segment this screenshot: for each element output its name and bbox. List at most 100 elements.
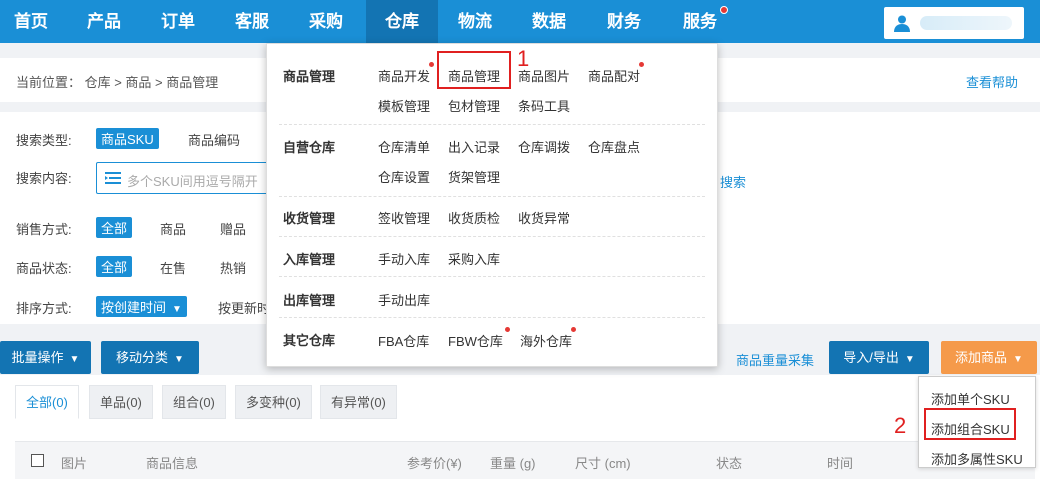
tab-single[interactable]: 单品(0): [89, 385, 153, 419]
nav-item-warehouse[interactable]: 仓库: [366, 0, 438, 43]
select-all-checkbox[interactable]: [31, 454, 44, 467]
notification-dot: [720, 6, 728, 14]
nav-item-purchase[interactable]: 采购: [294, 0, 358, 43]
menu-item-goods-pairing[interactable]: 商品配对: [588, 66, 640, 85]
menu-item-overseas[interactable]: 海外仓库: [520, 331, 572, 350]
menu-category-outbound: 出库管理: [283, 293, 336, 308]
th-size: 尺寸 (cm): [575, 456, 631, 471]
nav-item-home[interactable]: 首页: [0, 0, 62, 43]
tab-variants[interactable]: 多变种(0): [235, 385, 312, 419]
chevron-down-icon: ▼: [1013, 354, 1023, 365]
new-dot: [505, 327, 510, 332]
new-dot: [571, 327, 576, 332]
nav-item-order[interactable]: 订单: [146, 0, 210, 43]
th-info: 商品信息: [146, 456, 199, 471]
menu-item-warehouse-list[interactable]: 仓库清单: [378, 137, 430, 156]
import-export-label: 导入/导出: [843, 350, 899, 365]
sort-by-updated[interactable]: 按更新时: [218, 298, 270, 317]
add-single-sku[interactable]: 添加单个SKU: [931, 389, 1010, 408]
sort-by-created-label: 按创建时间: [101, 300, 167, 315]
menu-item-warehouse-settings[interactable]: 仓库设置: [378, 167, 430, 186]
tab-area: 全部(0) 单品(0) 组合(0) 多变种(0) 有异常(0) 图片 商品信息 …: [0, 375, 1040, 479]
batch-ops-label: 批量操作: [11, 350, 64, 365]
step-annotation-2: 2: [894, 413, 907, 438]
th-image: 图片: [61, 456, 88, 471]
add-product-label: 添加商品: [955, 350, 1008, 365]
sale-mode-all[interactable]: 全部: [96, 217, 133, 238]
help-link[interactable]: 查看帮助: [966, 72, 1018, 91]
chevron-down-icon: ▼: [174, 354, 184, 365]
highlight-box-2: [924, 408, 1016, 440]
menu-item-manual-outbound[interactable]: 手动出库: [378, 290, 430, 309]
th-price: 参考价(¥): [407, 456, 462, 471]
chevron-down-icon: ▼: [172, 304, 182, 315]
status-hot[interactable]: 热销: [220, 258, 246, 277]
menu-item-fba[interactable]: FBA仓库: [378, 331, 429, 350]
tab-combo[interactable]: 组合(0): [162, 385, 226, 419]
search-link[interactable]: 搜索: [720, 172, 746, 191]
batch-ops-button[interactable]: 批量操作 ▼: [0, 341, 91, 374]
chevron-down-icon: ▼: [69, 354, 80, 365]
menu-item-fbw[interactable]: FBW仓库: [448, 331, 503, 350]
add-product-button[interactable]: 添加商品 ▼: [941, 341, 1037, 374]
sort-label: 排序方式:: [16, 301, 72, 316]
menu-category-own-warehouse: 自营仓库: [283, 140, 336, 155]
tab-all[interactable]: 全部(0): [15, 385, 79, 419]
warehouse-mega-menu: 商品管理 商品开发 商品管理 商品图片 商品配对 模板管理 包材管理 条码工具 …: [266, 43, 718, 367]
search-input[interactable]: 多个SKU间用逗号隔开: [96, 162, 271, 194]
menu-item-templates[interactable]: 模板管理: [378, 96, 430, 115]
menu-item-transfer[interactable]: 仓库调拨: [518, 137, 570, 156]
menu-item-stocktake[interactable]: 仓库盘点: [588, 137, 640, 156]
nav-item-service[interactable]: 客服: [220, 0, 284, 43]
search-type-label: 搜索类型:: [16, 133, 72, 148]
search-content-label: 搜索内容:: [16, 171, 72, 186]
menu-divider: [279, 196, 705, 197]
menu-item-barcode[interactable]: 条码工具: [518, 96, 570, 115]
menu-divider: [279, 236, 705, 237]
search-type-code[interactable]: 商品编码: [188, 130, 240, 149]
highlight-box-1: [437, 51, 511, 89]
username-redacted: [920, 16, 1012, 30]
menu-item-shelves[interactable]: 货架管理: [448, 167, 500, 186]
nav-item-finance[interactable]: 财务: [588, 0, 660, 43]
tab-abnormal[interactable]: 有异常(0): [320, 385, 397, 419]
menu-item-goods-dev[interactable]: 商品开发: [378, 66, 430, 85]
menu-item-receiving-issues[interactable]: 收货异常: [518, 208, 570, 227]
breadcrumb: 当前位置： 仓库 > 商品 > 商品管理: [16, 75, 219, 90]
move-category-label: 移动分类: [116, 350, 169, 365]
new-dot: [639, 62, 644, 67]
nav-item-data[interactable]: 数据: [514, 0, 584, 43]
menu-divider: [279, 317, 705, 318]
add-multi-attr-sku[interactable]: 添加多属性SKU: [931, 449, 1023, 468]
status-all[interactable]: 全部: [96, 256, 133, 277]
top-nav: 首页 产品 订单 客服 采购 仓库 物流 数据 财务 服务: [0, 0, 1040, 43]
menu-item-signoff[interactable]: 签收管理: [378, 208, 430, 227]
nav-item-product[interactable]: 产品: [72, 0, 136, 43]
status-on-sale[interactable]: 在售: [160, 258, 186, 277]
th-weight: 重量 (g): [490, 456, 536, 471]
menu-item-packaging[interactable]: 包材管理: [448, 96, 500, 115]
menu-divider: [279, 124, 705, 125]
sort-by-created[interactable]: 按创建时间 ▼: [96, 296, 187, 317]
menu-item-purchase-inbound[interactable]: 采购入库: [448, 249, 500, 268]
menu-item-manual-inbound[interactable]: 手动入库: [378, 249, 430, 268]
weight-collect-link[interactable]: 商品重量采集: [736, 350, 814, 369]
user-icon: [894, 15, 910, 32]
th-status: 状态: [716, 456, 743, 471]
nav-item-logistics[interactable]: 物流: [440, 0, 510, 43]
user-menu[interactable]: [884, 7, 1024, 39]
menu-divider: [279, 276, 705, 277]
menu-category-receiving: 收货管理: [283, 211, 336, 226]
status-label: 商品状态:: [16, 261, 72, 276]
search-type-sku[interactable]: 商品SKU: [96, 128, 159, 149]
import-export-button[interactable]: 导入/导出 ▼: [829, 341, 929, 374]
new-dot: [429, 62, 434, 67]
menu-category-inbound: 入库管理: [283, 252, 336, 267]
sale-mode-goods[interactable]: 商品: [160, 219, 186, 238]
menu-item-io-records[interactable]: 出入记录: [448, 137, 500, 156]
menu-category-other-warehouses: 其它仓库: [283, 333, 336, 348]
menu-item-qc[interactable]: 收货质检: [448, 208, 500, 227]
move-category-button[interactable]: 移动分类 ▼: [101, 341, 199, 374]
search-placeholder: 多个SKU间用逗号隔开: [127, 174, 258, 189]
sale-mode-gift[interactable]: 赠品: [220, 219, 246, 238]
